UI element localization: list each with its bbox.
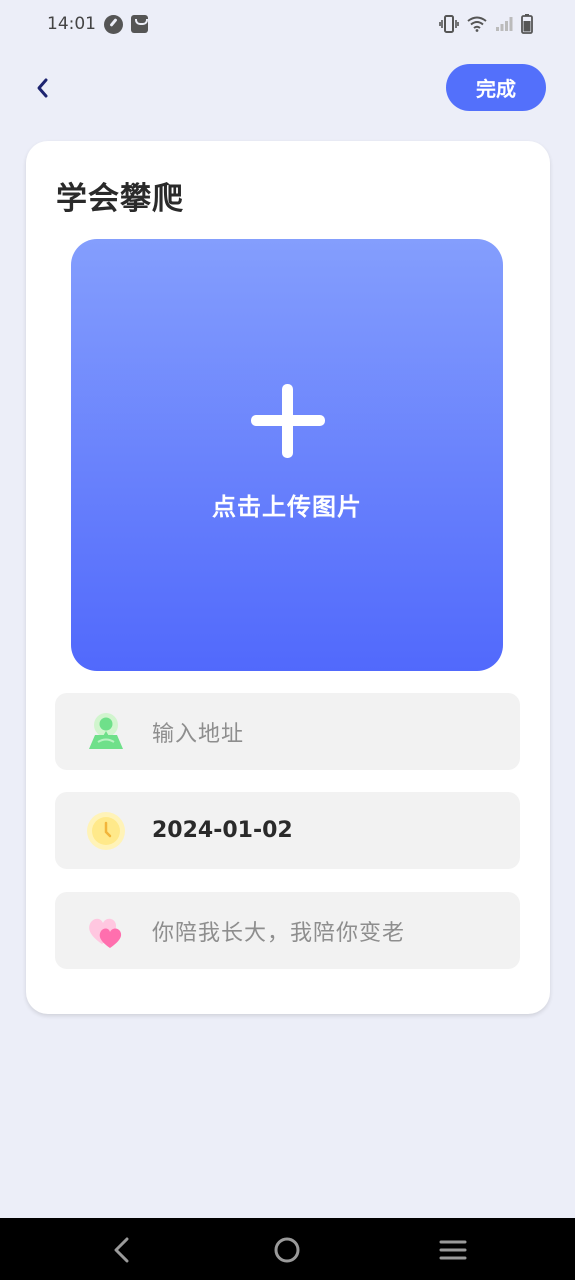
- note-placeholder: 你陪我长大，我陪你变老: [152, 920, 406, 946]
- app-notification-icon: [104, 14, 123, 34]
- status-right: [439, 14, 533, 34]
- chevron-left-icon: [37, 78, 48, 98]
- wifi-icon: [467, 16, 487, 32]
- location-person-icon: [89, 713, 123, 749]
- status-time: 14:01: [47, 14, 96, 34]
- edit-card: 学会攀爬 点击上传图片 输入地址 2024-01-02 你陪我长大，我陪你变老: [26, 141, 550, 1014]
- back-button[interactable]: [28, 72, 56, 104]
- card-title: 学会攀爬: [56, 181, 184, 217]
- shopping-bag-notification-icon: [131, 15, 148, 33]
- address-field[interactable]: 输入地址: [55, 693, 520, 770]
- note-field[interactable]: 你陪我长大，我陪你变老: [55, 892, 520, 969]
- upload-image-area[interactable]: 点击上传图片: [71, 239, 503, 671]
- status-bar: 14:01: [0, 0, 575, 48]
- date-field[interactable]: 2024-01-02: [55, 792, 520, 869]
- heart-icon: [89, 918, 122, 948]
- clock-icon: [87, 812, 125, 850]
- address-placeholder: 输入地址: [152, 721, 245, 747]
- date-value: 2024-01-02: [152, 818, 293, 843]
- system-nav-bar: [0, 1218, 575, 1280]
- plus-icon: [251, 384, 325, 458]
- done-button[interactable]: 完成: [446, 64, 546, 111]
- upload-label: 点击上传图片: [212, 493, 362, 521]
- signal-icon: [496, 17, 513, 31]
- nav-home-icon[interactable]: [271, 1234, 303, 1266]
- nav-back-icon[interactable]: [106, 1234, 138, 1266]
- status-left: 14:01: [47, 14, 148, 34]
- screen: 14:01 完成 学会攀爬 点击上传图片 输入地址 2024-01-02 你陪我…: [0, 0, 575, 1280]
- battery-icon: [521, 14, 533, 34]
- vibrate-icon: [439, 15, 459, 33]
- nav-menu-icon[interactable]: [437, 1234, 469, 1266]
